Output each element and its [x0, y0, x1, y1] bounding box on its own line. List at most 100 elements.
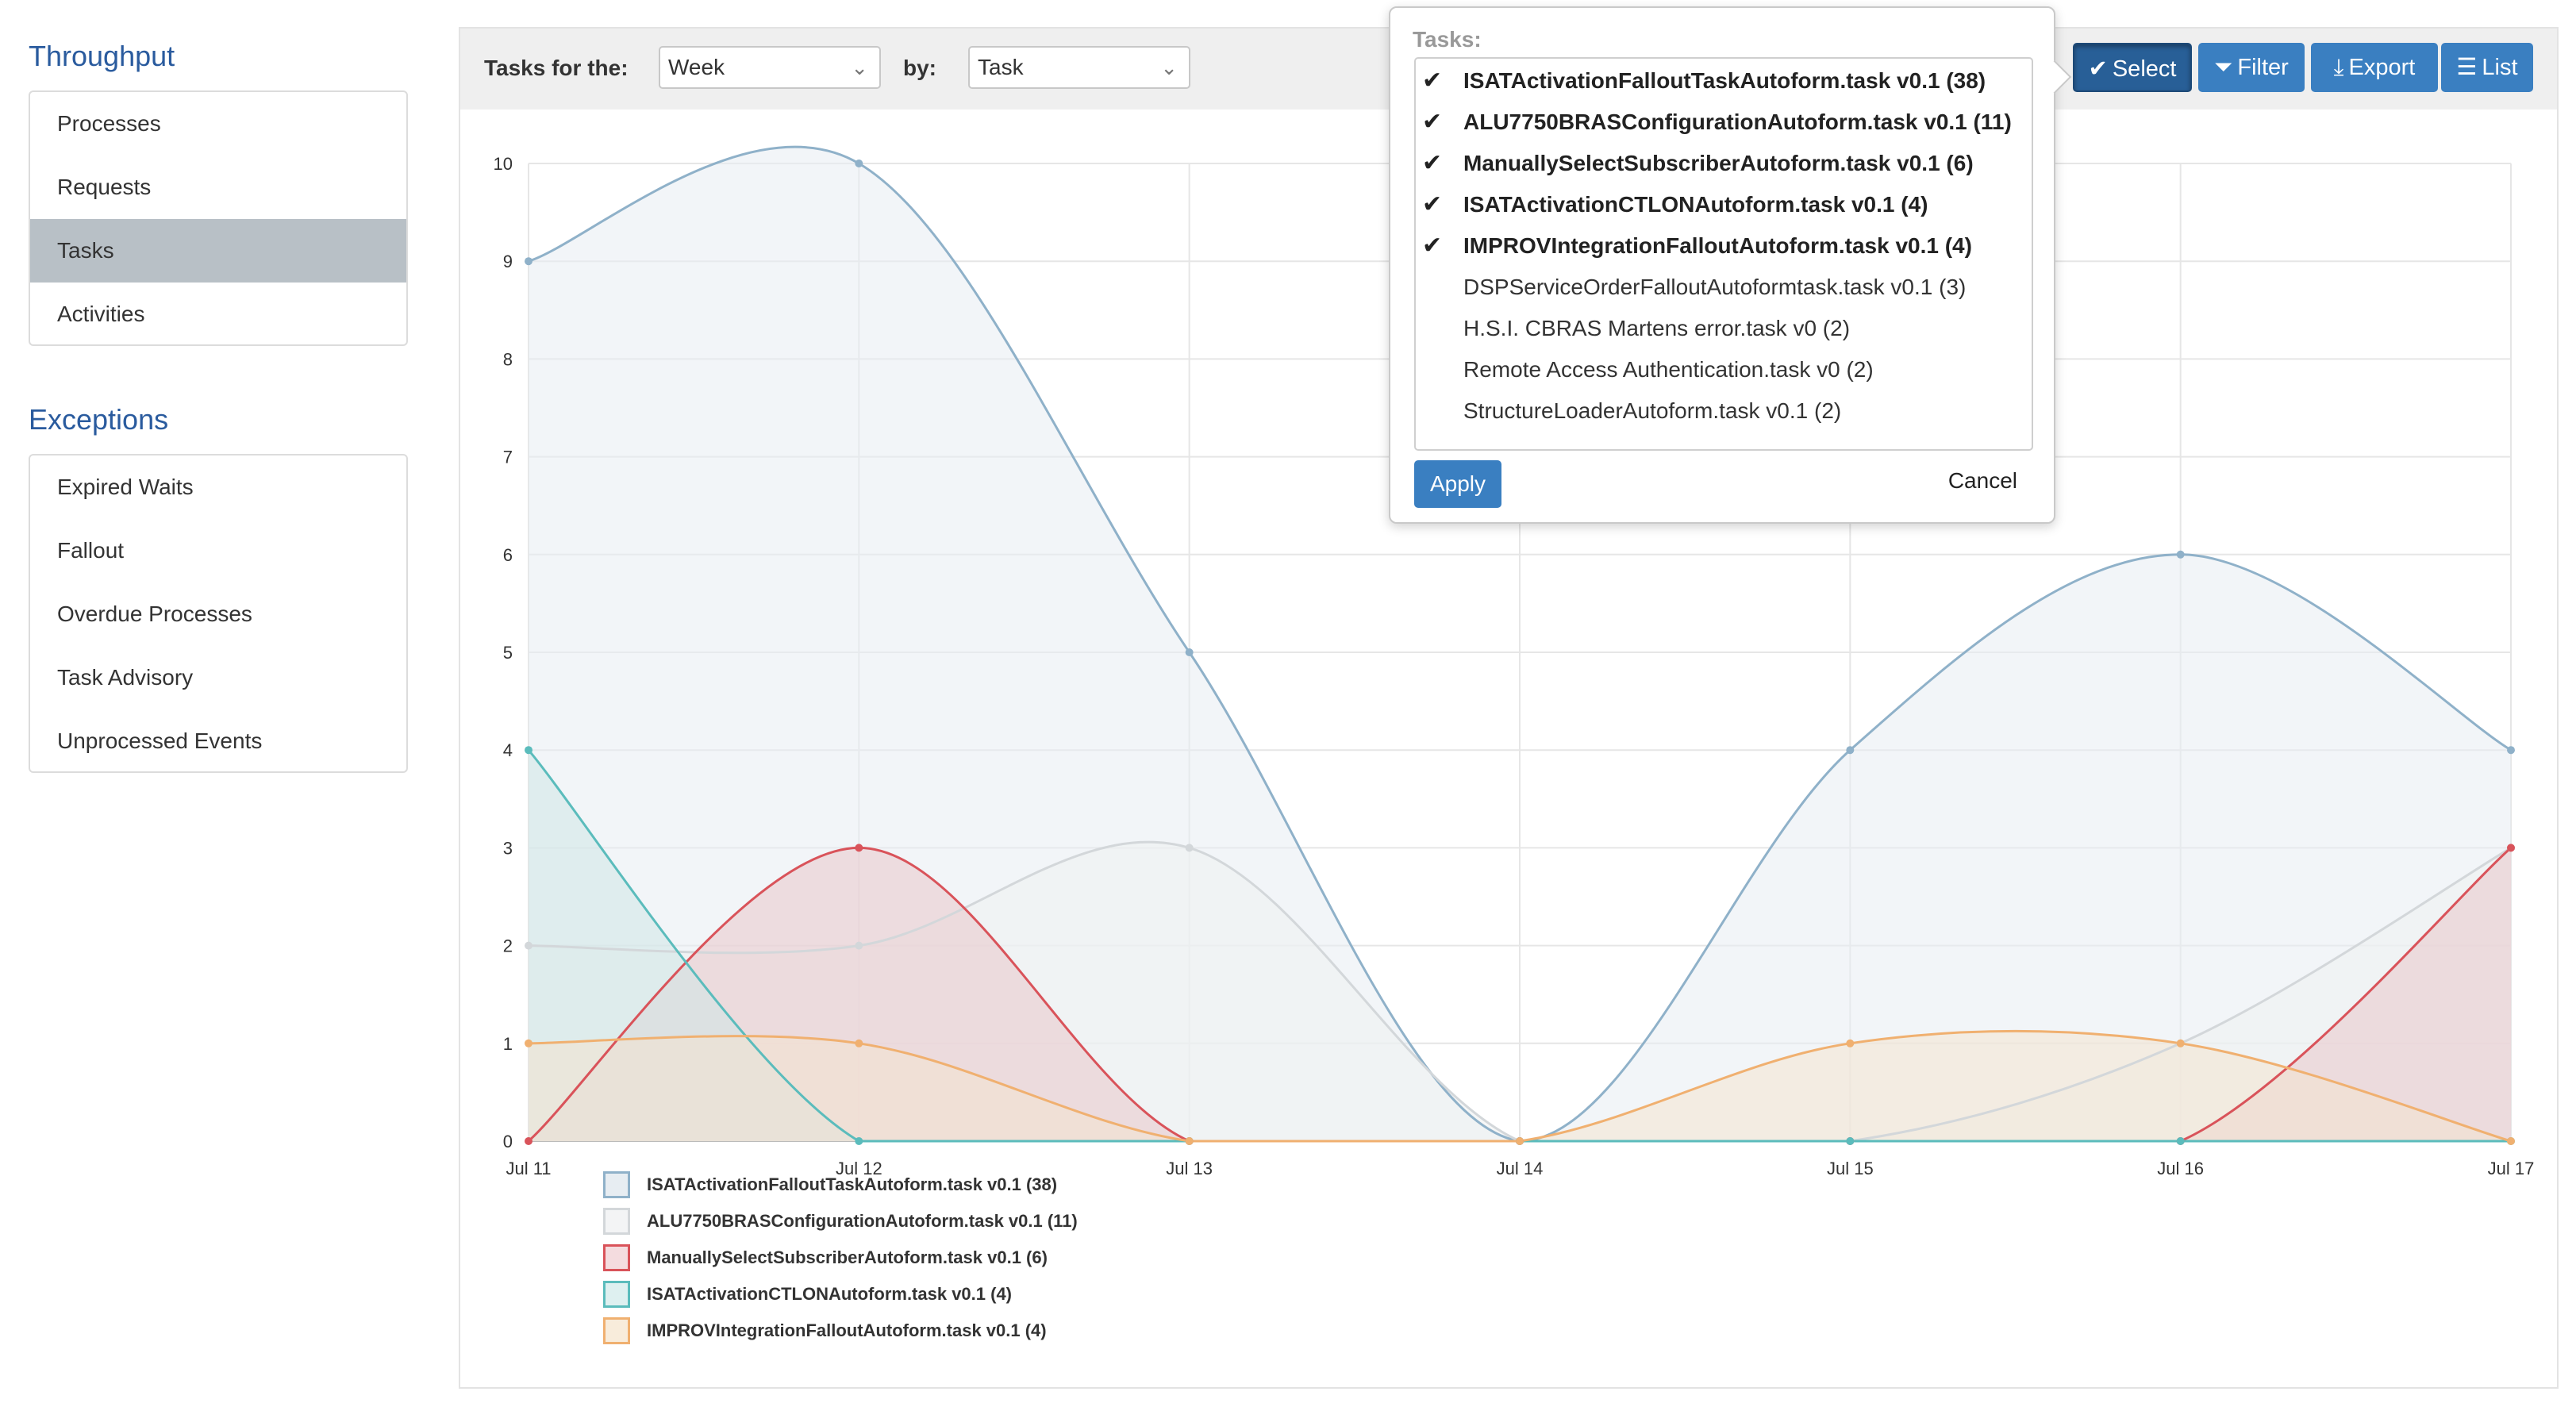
legend-swatch [603, 1244, 630, 1271]
data-point[interactable] [2176, 1137, 2185, 1145]
popover-title: Tasks: [1413, 27, 1482, 52]
data-point[interactable] [2176, 1039, 2185, 1047]
nav-item-fallout[interactable]: Fallout [30, 519, 406, 582]
list-icon: ☰ [2456, 55, 2478, 80]
data-point[interactable] [525, 941, 533, 950]
nav-item-activities[interactable]: Activities [30, 283, 406, 346]
legend-label: ManuallySelectSubscriberAutoform.task v0… [647, 1247, 1048, 1267]
task-option-label: H.S.I. CBRAS Martens error.task v0 (2) [1463, 316, 1851, 340]
x-tick-label: Jul 11 [506, 1159, 551, 1178]
chevron-down-icon: ⌄ [1160, 56, 1178, 79]
y-tick-label: 3 [503, 838, 513, 858]
y-tick-label: 6 [503, 545, 513, 565]
nav-item-tasks[interactable]: Tasks [30, 219, 406, 283]
legend-swatch [603, 1317, 630, 1344]
y-tick-label: 7 [503, 448, 513, 467]
y-tick-label: 5 [503, 643, 513, 663]
exceptions-nav: Expired Waits Fallout Overdue Processes … [29, 454, 408, 773]
checkmark-icon: ✔ [1422, 191, 1443, 217]
data-point[interactable] [2507, 746, 2515, 755]
checkmark-icon: ✔ [1422, 109, 1443, 135]
task-select-popover: Tasks: ✔ ISATActivationFalloutTaskAutofor… [1389, 6, 2072, 524]
y-tick-label: 9 [503, 252, 513, 271]
checkmark-icon: ✔ [1422, 150, 1443, 176]
funnel-icon: ⏷ [2214, 55, 2233, 80]
list-button-label: List [2482, 55, 2518, 80]
nav-item-unprocessed-events[interactable]: Unprocessed Events [30, 709, 406, 773]
data-point[interactable] [1185, 648, 1194, 656]
group-by-select-value: Task [978, 55, 1024, 79]
legend-swatch [603, 1281, 630, 1308]
legend-label: IMPROVIntegrationFalloutAutoform.task v0… [647, 1320, 1047, 1340]
checkmark-icon: ✔ [1422, 233, 1443, 259]
task-option-label: DSPServiceOrderFalloutAutoformtask.task … [1463, 275, 1967, 299]
exceptions-heading: Exceptions [29, 403, 169, 436]
task-option-label: ALU7750BRASConfigurationAutoform.task v0… [1463, 110, 2012, 134]
chevron-down-icon: ⌄ [851, 56, 868, 79]
period-select-value: Week [668, 55, 725, 79]
data-point[interactable] [855, 160, 863, 167]
legend-swatch [603, 1171, 630, 1198]
data-point[interactable] [2176, 550, 2185, 559]
data-point[interactable] [2507, 844, 2515, 852]
x-tick-label: Jul 13 [1166, 1159, 1213, 1178]
task-option-label: IMPROVIntegrationFalloutAutoform.task v0… [1463, 233, 1972, 258]
data-point[interactable] [1185, 844, 1194, 852]
legend-label: ISATActivationCTLONAutoform.task v0.1 (4… [647, 1284, 1013, 1304]
data-point[interactable] [1516, 1137, 1524, 1145]
nav-item-task-advisory[interactable]: Task Advisory [30, 646, 406, 709]
x-tick-label: Jul 15 [1827, 1159, 1874, 1178]
y-tick-label: 1 [503, 1034, 513, 1054]
legend-swatch [603, 1208, 630, 1235]
y-tick-label: 4 [503, 740, 513, 760]
task-option-label: ISATActivationCTLONAutoform.task v0.1 (4… [1463, 192, 1928, 217]
apply-button[interactable]: Apply [1414, 460, 1501, 508]
task-option-label: ISATActivationFalloutTaskAutoform.task v… [1463, 68, 1986, 93]
data-point[interactable] [525, 746, 533, 755]
task-checklist: ✔ ISATActivationFalloutTaskAutoform.task … [1414, 57, 2033, 451]
data-point[interactable] [1846, 746, 1855, 755]
data-point[interactable] [855, 941, 863, 950]
task-option-label: Remote Access Authentication.task v0 (2) [1463, 357, 1874, 382]
data-point[interactable] [855, 844, 863, 852]
nav-item-expired-waits[interactable]: Expired Waits [30, 455, 406, 519]
filter-button[interactable]: ⏷ Filter [2198, 43, 2305, 92]
tasks-for-label: Tasks for the: [484, 56, 629, 80]
data-point[interactable] [1846, 1039, 1855, 1047]
select-button[interactable]: ✔ Select [2073, 43, 2192, 92]
data-point[interactable] [855, 1137, 863, 1145]
x-tick-label: Jul 17 [2488, 1159, 2535, 1178]
data-point[interactable] [525, 1039, 533, 1047]
y-tick-label: 2 [503, 936, 513, 956]
nav-item-processes[interactable]: Processes [30, 92, 406, 156]
y-tick-label: 10 [494, 154, 513, 174]
legend-label: ALU7750BRASConfigurationAutoform.task v0… [647, 1211, 1078, 1231]
data-point[interactable] [1846, 1137, 1855, 1145]
data-point[interactable] [525, 257, 533, 266]
throughput-nav: Processes Requests Tasks Activities [29, 90, 408, 346]
period-select[interactable]: Week ⌄ [659, 46, 881, 89]
data-point[interactable] [2507, 1137, 2515, 1145]
list-button[interactable]: ☰ List [2441, 43, 2533, 92]
legend-label: ISATActivationFalloutTaskAutoform.task v… [647, 1174, 1058, 1194]
data-point[interactable] [1185, 1137, 1194, 1145]
task-option-label: ManuallySelectSubscriberAutoform.task v0… [1463, 151, 1974, 175]
x-tick-label: Jul 14 [1497, 1159, 1544, 1178]
checkmark-icon: ✔ [2088, 56, 2108, 82]
nav-item-overdue-processes[interactable]: Overdue Processes [30, 582, 406, 646]
nav-item-requests[interactable]: Requests [30, 156, 406, 219]
download-icon: ⤓ [2333, 55, 2344, 80]
export-button-label: Export [2348, 55, 2416, 80]
checkmark-icon: ✔ [1422, 67, 1443, 94]
task-option-label: StructureLoaderAutoform.task v0.1 (2) [1463, 398, 1842, 423]
group-by-select[interactable]: Task ⌄ [968, 46, 1190, 89]
throughput-heading: Throughput [29, 40, 175, 72]
by-label: by: [903, 56, 936, 80]
data-point[interactable] [525, 1137, 533, 1145]
filter-button-label: Filter [2237, 55, 2289, 80]
x-tick-label: Jul 16 [2157, 1159, 2204, 1178]
y-tick-label: 8 [503, 349, 513, 369]
cancel-button[interactable]: Cancel [1948, 468, 2017, 494]
export-button[interactable]: ⤓ Export [2311, 43, 2438, 92]
data-point[interactable] [855, 1039, 863, 1047]
